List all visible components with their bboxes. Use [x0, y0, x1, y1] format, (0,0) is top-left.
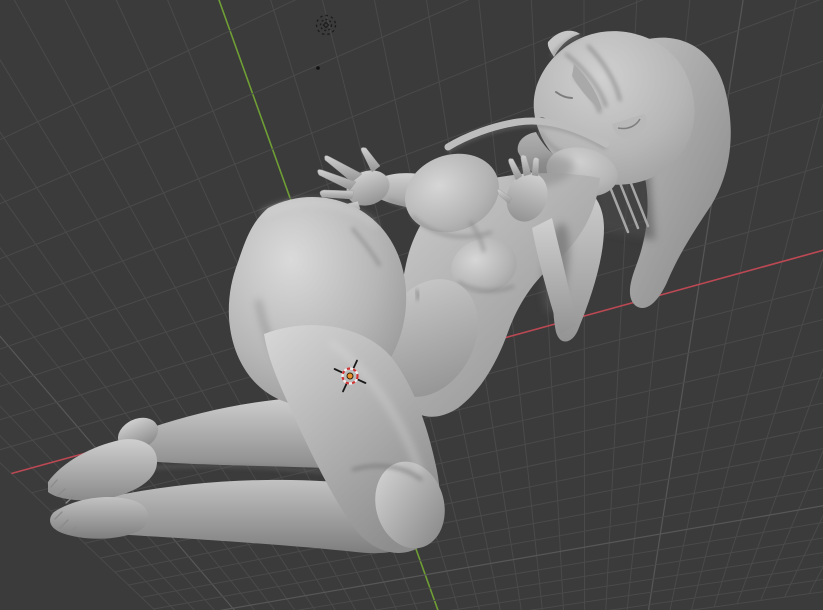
object-origin-dot [316, 66, 320, 70]
viewport-3d[interactable] [0, 0, 823, 610]
